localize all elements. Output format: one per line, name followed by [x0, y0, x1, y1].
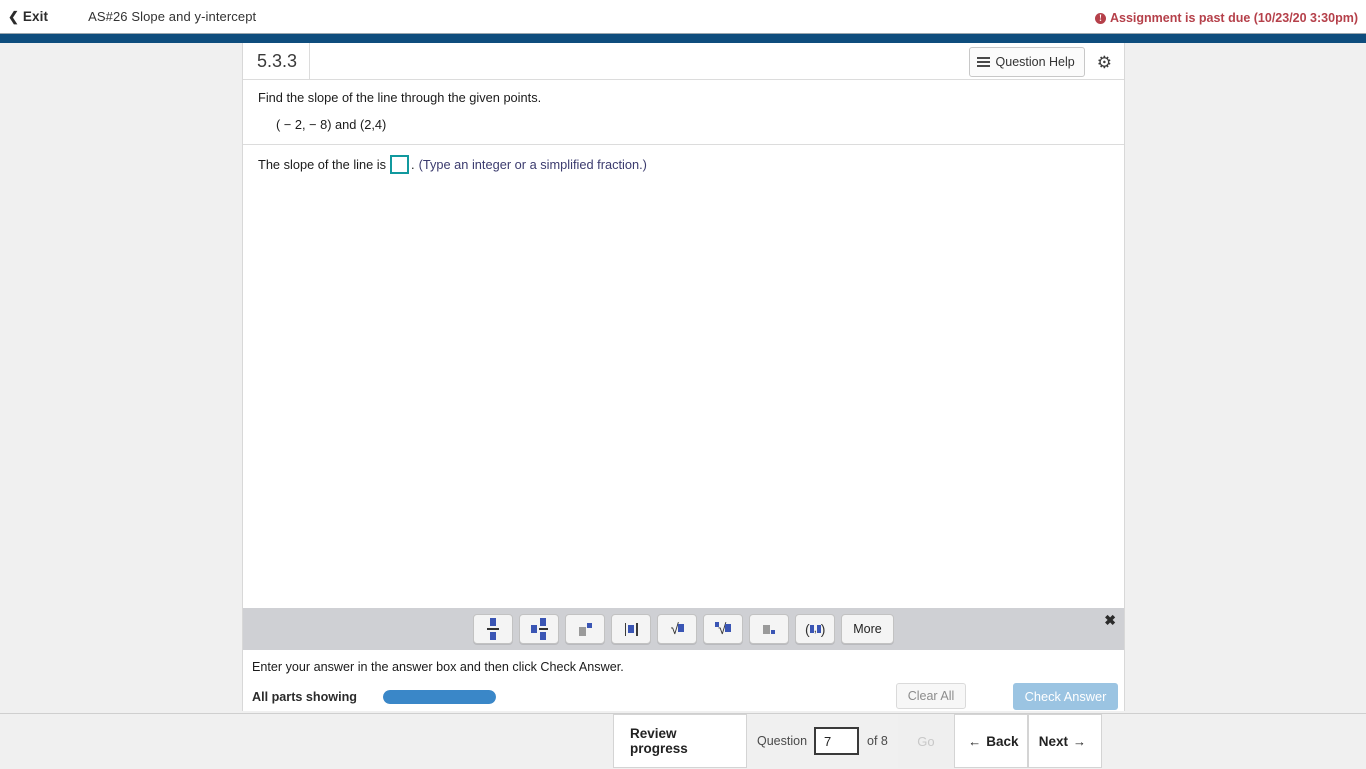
answer-line: The slope of the line is . (Type an inte… — [243, 145, 1124, 174]
progress-bar-fill — [382, 690, 496, 704]
nth-root-icon: √ — [715, 621, 732, 637]
answer-period: . — [411, 157, 415, 172]
exit-button[interactable]: ❮ Exit — [8, 9, 48, 24]
question-prompt: Find the slope of the line through the g… — [258, 90, 542, 105]
answer-input[interactable] — [390, 155, 410, 174]
past-due-text: Assignment is past due (10/23/20 3:30pm) — [1109, 11, 1358, 25]
question-help-label: Question Help — [995, 55, 1075, 69]
assignment-title: AS#26 Slope and y-intercept — [88, 9, 257, 24]
status-bar: All parts showing Clear All Check Answer — [243, 683, 1124, 711]
instruction-text: Enter your answer in the answer box and … — [252, 659, 624, 674]
question-number: 5.3.3 — [243, 43, 311, 79]
review-progress-button[interactable]: Review progress — [613, 714, 747, 768]
instruction-bar: Enter your answer in the answer box and … — [243, 650, 1124, 684]
question-points: ( − 2, − 8) and (2,4) — [276, 117, 387, 132]
subscript-icon — [763, 624, 776, 634]
question-help-button[interactable]: Question Help — [968, 47, 1085, 77]
nav-button-group: Review progress Question of 8 Go ← Back … — [613, 714, 1102, 768]
alert-circle-icon: ! — [1094, 12, 1106, 24]
question-panel: 5.3.3 Question Help ⚙ Find the slope of … — [242, 43, 1125, 711]
ordered-pair-button[interactable]: ( , ) — [795, 614, 836, 644]
progress-bar — [382, 690, 496, 704]
answer-prefix: The slope of the line is — [258, 157, 387, 172]
navy-accent-strip — [0, 33, 1366, 43]
answer-hint: (Type an integer or a simplified fractio… — [418, 157, 647, 172]
question-header-actions: Question Help ⚙ — [968, 47, 1118, 77]
exponent-button[interactable] — [565, 614, 606, 644]
question-jump-label: Question — [757, 734, 808, 748]
nth-root-button[interactable]: √ — [703, 614, 744, 644]
exponent-icon — [578, 622, 592, 636]
back-label: Back — [986, 733, 1019, 749]
subscript-button[interactable] — [749, 614, 790, 644]
question-jump-group: Question of 8 — [747, 714, 898, 768]
list-icon — [976, 56, 990, 68]
fraction-button[interactable] — [473, 614, 514, 644]
mixed-number-button[interactable] — [519, 614, 560, 644]
past-due-warning: ! Assignment is past due (10/23/20 3:30p… — [1094, 11, 1358, 25]
close-icon[interactable]: ✖ — [1104, 612, 1116, 629]
top-header: ❮ Exit AS#26 Slope and y-intercept ! Ass… — [0, 0, 1366, 33]
back-button[interactable]: ← Back — [953, 714, 1028, 768]
question-header: 5.3.3 Question Help ⚙ — [243, 43, 1124, 80]
question-body: Find the slope of the line through the g… — [243, 80, 1124, 174]
absolute-value-button[interactable] — [611, 614, 652, 644]
square-root-icon: √ — [671, 622, 684, 637]
check-answer-button[interactable]: Check Answer — [1013, 683, 1118, 710]
next-label: Next — [1038, 733, 1069, 749]
mixed-number-icon — [530, 618, 548, 640]
gear-icon[interactable]: ⚙ — [1097, 54, 1112, 71]
arrow-right-icon: → — [1073, 733, 1087, 749]
parts-showing-label: All parts showing — [252, 690, 357, 704]
more-button[interactable]: More — [841, 614, 894, 644]
arrow-left-icon: ← — [968, 733, 982, 749]
exit-label: Exit — [22, 9, 49, 24]
absolute-value-icon — [624, 622, 638, 636]
bottom-navigation: Review progress Question of 8 Go ← Back … — [0, 713, 1366, 769]
chevron-left-icon: ❮ — [8, 9, 19, 24]
math-palette-toolbar: √ √ ( , ) More ✖ — [243, 608, 1124, 650]
ordered-pair-icon: ( , ) — [805, 621, 826, 637]
question-number-input[interactable] — [814, 727, 860, 755]
fraction-icon — [487, 618, 500, 640]
next-button[interactable]: Next → — [1027, 714, 1102, 768]
clear-all-button[interactable]: Clear All — [896, 683, 966, 709]
square-root-button[interactable]: √ — [657, 614, 698, 644]
go-button[interactable]: Go — [897, 714, 954, 768]
question-total-label: of 8 — [867, 734, 888, 748]
